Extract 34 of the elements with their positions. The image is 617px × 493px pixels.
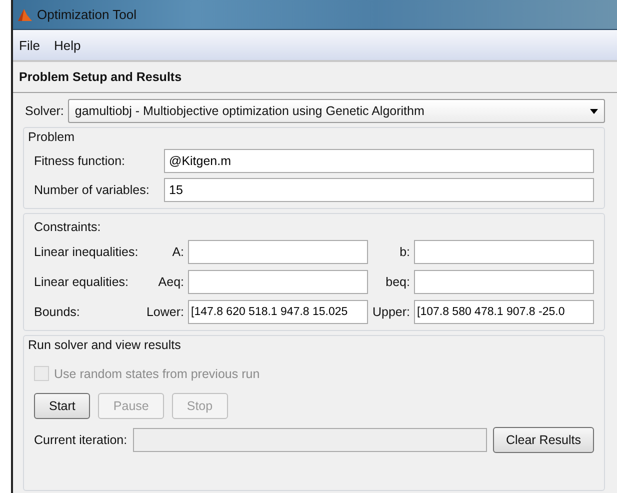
solver-dropdown[interactable]: gamultiobj - Multiobjective optimization using Genetic Algorithm [68, 99, 605, 123]
menu-item[interactable]: File [19, 38, 40, 52]
constraint-label: Linear equalities: [34, 275, 130, 289]
field-label: Upper: [372, 305, 410, 319]
checkbox-label: Use random states from previous run [54, 366, 260, 380]
peak-logo-icon [17, 6, 33, 22]
menu-item[interactable]: Help [54, 38, 81, 52]
field-label: Number of variables: [34, 183, 150, 197]
constraint-label: Linear inequalities: [34, 245, 140, 259]
group-title: Problem [28, 130, 76, 144]
input-field[interactable]: @Kitgen.m [164, 149, 594, 173]
input-field[interactable] [188, 270, 368, 294]
field-label: Lower: [146, 305, 184, 319]
field-label: beq: [384, 275, 410, 289]
solver-label: Solver: [25, 104, 64, 118]
field-label: b: [398, 245, 410, 259]
field-label: Fitness function: [34, 154, 126, 168]
field-label: Aeq: [157, 275, 184, 289]
clear-results-button[interactable]: Clear Results [492, 427, 594, 453]
constraints-label: Constraints: [34, 220, 102, 234]
caret-icon [590, 108, 598, 114]
group-title: Run solver and view results [28, 338, 182, 352]
input-field[interactable]: [107.8 580 478.1 907.8 -25.0 [414, 300, 594, 324]
input-field[interactable] [188, 240, 368, 264]
constraint-label: Bounds: [34, 305, 81, 319]
iteration-label: Current iteration: [34, 433, 128, 447]
input-field[interactable] [414, 240, 594, 264]
input-field[interactable] [414, 270, 594, 294]
action-button[interactable]: Start [34, 393, 90, 419]
section-title: Problem Setup and Results [19, 70, 182, 84]
input-field[interactable]: 15 [164, 178, 594, 202]
input-field[interactable]: [147.8 620 518.1 947.8 15.025 [188, 300, 368, 324]
window-title: Optimization Tool [37, 7, 136, 22]
field-label: A: [171, 245, 184, 259]
